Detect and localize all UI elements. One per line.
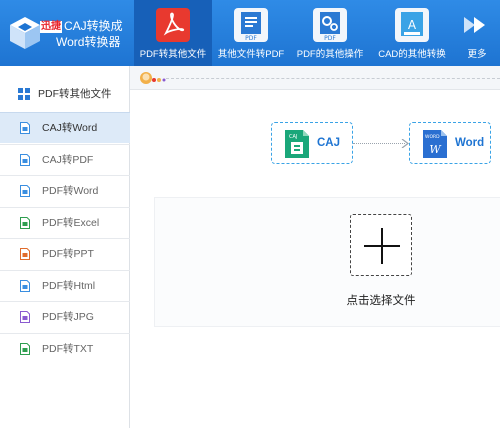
add-file-button[interactable] [350, 214, 412, 276]
select-file-label[interactable]: 点击选择文件 [331, 292, 431, 308]
sidebar-item-label: PDF转TXT [42, 342, 94, 355]
sidebar-header: PDF转其他文件 [0, 78, 130, 112]
sidebar-item[interactable]: PDF转TXT [0, 332, 130, 364]
app-title-line2: Word转换器 [56, 35, 121, 49]
sidebar-item[interactable]: PDF转Word [0, 175, 130, 206]
sidebar-item[interactable]: PDF转Html [0, 269, 130, 301]
nav-tab-pdf-to-other[interactable]: PDF转其他文件 [134, 0, 212, 66]
sidebar-item[interactable]: CAJ转Word [0, 112, 130, 143]
sidebar-item[interactable]: PDF转PPT [0, 238, 130, 269]
strip-divider [166, 78, 500, 79]
app-logo: 迅捷 CAJ转换成 Word转换器 [6, 9, 126, 57]
sidebar-item-label: CAJ转PDF [42, 153, 94, 166]
file-type-icon [20, 122, 30, 134]
sidebar-item-label: PDF转Html [42, 279, 96, 292]
sidebar-item-label: PDF转JPG [42, 311, 94, 323]
file-type-icon [20, 279, 30, 292]
nav-tab-cad-convert[interactable]: A CAD的其他转换 [370, 0, 454, 66]
file-type-icon [20, 153, 30, 166]
file-type-icon [20, 311, 30, 323]
svg-text:WORD: WORD [425, 134, 440, 140]
svg-text:PDF: PDF [324, 35, 336, 42]
file-type-icon [20, 248, 30, 260]
svg-text:CAJ: CAJ [289, 134, 297, 140]
mascot-icon [140, 72, 166, 84]
file-type-icon [20, 185, 30, 197]
pdf-acrobat-icon [156, 8, 190, 42]
file-dropzone[interactable]: 点击选择文件 [154, 197, 500, 327]
source-format-card: CAJ CAJ [271, 122, 353, 164]
sidebar-item[interactable]: PDF转JPG [0, 301, 130, 332]
sidebar-item-label: PDF转Word [42, 185, 99, 197]
double-chevron-right-icon [464, 17, 485, 33]
sidebar: PDF转其他文件 CAJ转Word CAJ转PDF PDF转Word PDF转Exce… [0, 66, 130, 428]
caj-file-icon: CAJ [285, 130, 309, 158]
main-panel: CAJ CAJ WORD W Word 点击选择文件 [131, 91, 500, 428]
grid-icon [18, 88, 30, 100]
pdf-gear-icon: PDF [313, 8, 347, 42]
sidebar-item[interactable]: PDF转Excel [0, 206, 130, 238]
file-type-icon [20, 216, 30, 229]
svg-text:A: A [408, 18, 417, 32]
sidebar-item-label: CAJ转Word [42, 122, 98, 134]
sidebar-item[interactable]: CAJ转PDF [0, 143, 130, 175]
conversion-arrow-line [353, 143, 405, 144]
word-file-icon: WORD W [423, 130, 447, 158]
sidebar-item-label: PDF转Excel [42, 216, 100, 229]
top-toolbar: 迅捷 CAJ转换成 Word转换器 PDF转其他文件 PDF 其他文件转PDF … [0, 0, 500, 66]
file-type-icon [20, 342, 30, 355]
nav-tab-other-to-pdf[interactable]: PDF 其他文件转PDF [212, 0, 290, 66]
svg-text:PDF: PDF [245, 35, 257, 42]
brand-badge: 迅捷 [40, 21, 62, 33]
cube-logo-icon [10, 17, 40, 49]
svg-text:W: W [429, 143, 442, 156]
cad-convert-icon: A [395, 8, 429, 42]
document-to-pdf-icon: PDF [234, 8, 268, 42]
app-title-line1: CAJ转换成 [64, 19, 123, 33]
nav-tab-more[interactable]: 更多 [454, 0, 500, 66]
target-format-card: WORD W Word [409, 122, 491, 164]
sidebar-item-label: PDF转PPT [42, 248, 94, 260]
nav-tab-pdf-other-ops[interactable]: PDF PDF的其他操作 [290, 0, 370, 66]
